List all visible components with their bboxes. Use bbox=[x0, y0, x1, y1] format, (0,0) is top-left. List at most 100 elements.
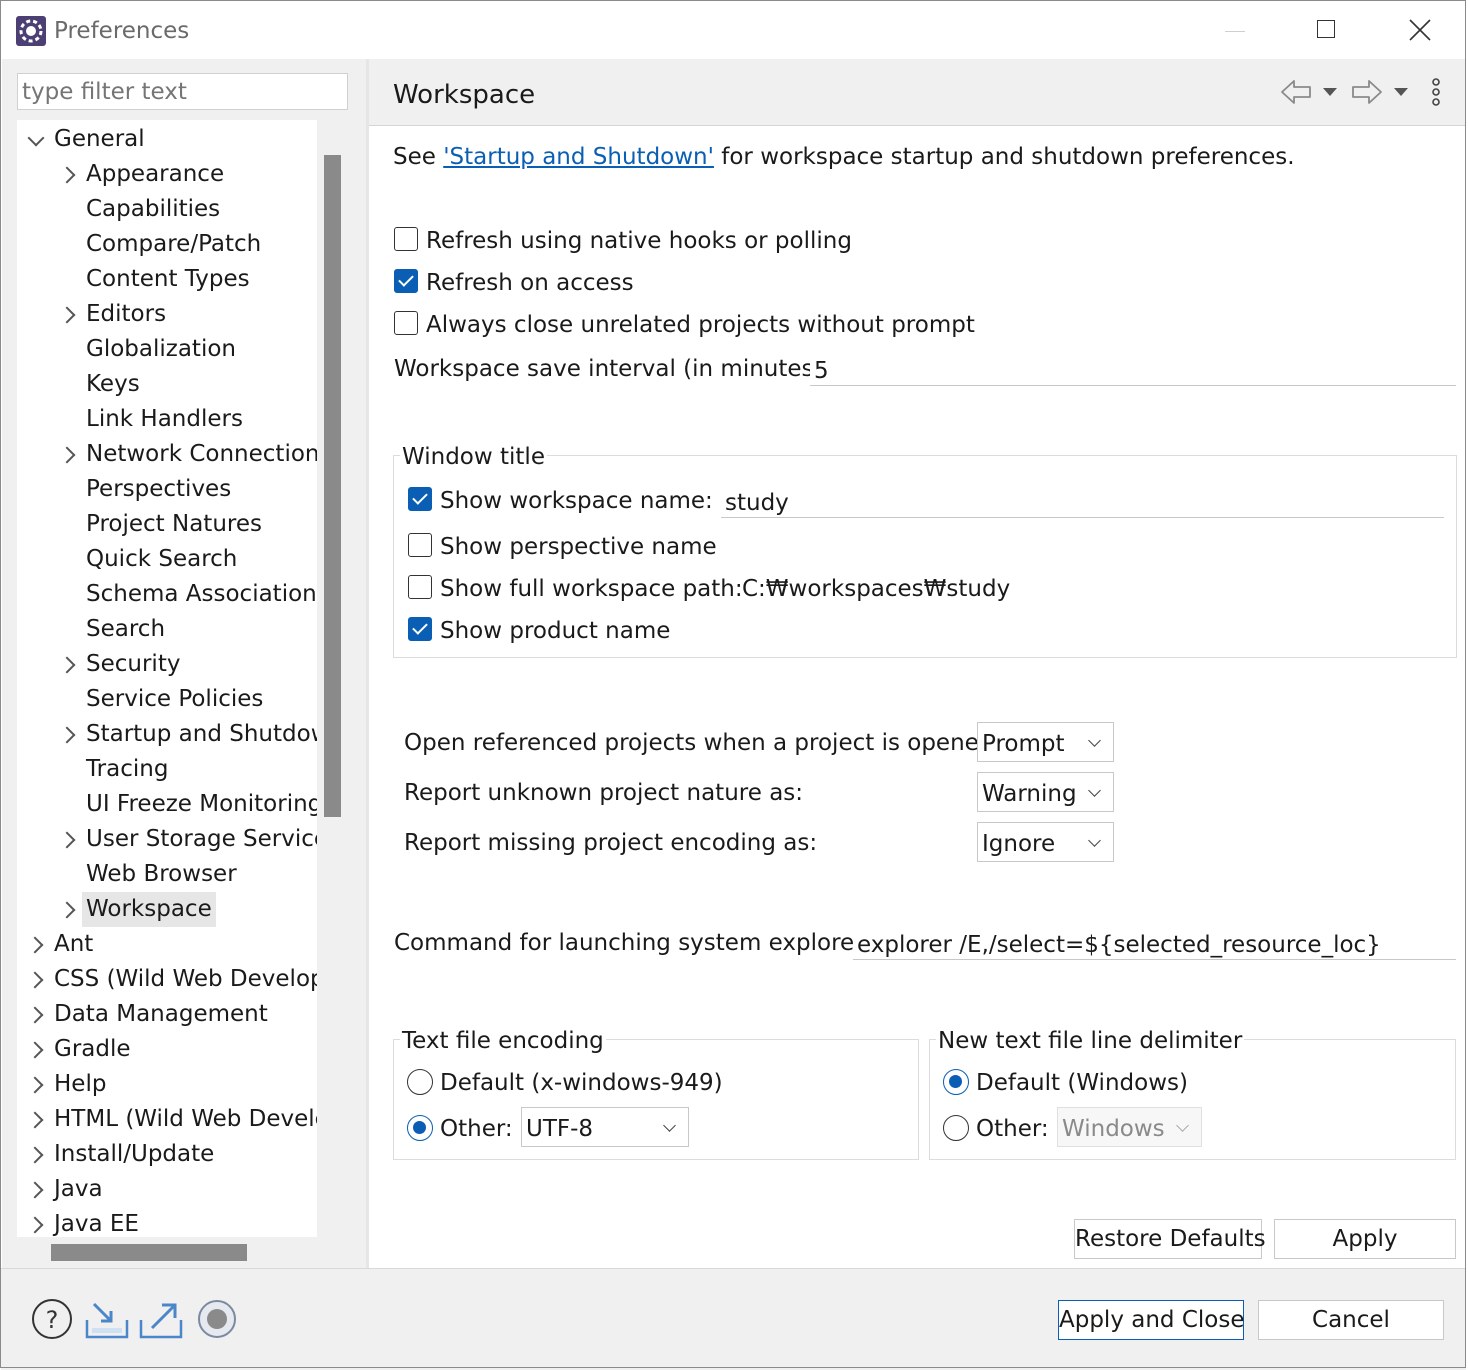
chevron-right-icon[interactable] bbox=[26, 1041, 44, 1059]
tree-item[interactable]: Globalization bbox=[17, 332, 317, 367]
cancel-button[interactable]: Cancel bbox=[1258, 1300, 1444, 1340]
tree-item[interactable]: Editors bbox=[17, 297, 317, 332]
refresh-access-checkbox[interactable] bbox=[394, 269, 418, 293]
chevron-right-icon[interactable] bbox=[26, 1146, 44, 1164]
tree-item[interactable]: Quick Search bbox=[17, 542, 317, 577]
back-button[interactable] bbox=[1278, 76, 1314, 108]
restore-defaults-button[interactable]: Restore Defaults bbox=[1074, 1219, 1266, 1259]
chevron-right-icon[interactable] bbox=[58, 306, 76, 324]
view-menu-button[interactable] bbox=[1426, 76, 1446, 110]
encoding-default-radio[interactable] bbox=[407, 1069, 433, 1095]
forward-button[interactable] bbox=[1349, 76, 1385, 108]
tree-item[interactable]: Gradle bbox=[17, 1032, 317, 1067]
tree-item[interactable]: Web Browser bbox=[17, 857, 317, 892]
close-unrelated-checkbox[interactable] bbox=[394, 311, 418, 335]
chevron-right-icon[interactable] bbox=[26, 1006, 44, 1024]
chevron-right-icon[interactable] bbox=[26, 1216, 44, 1234]
refresh-native-label[interactable]: Refresh using native hooks or polling bbox=[426, 230, 852, 253]
tree-item[interactable]: HTML (Wild Web Develc bbox=[17, 1102, 317, 1137]
maximize-button[interactable] bbox=[1307, 10, 1347, 50]
tree-item[interactable]: UI Freeze Monitoring bbox=[17, 787, 317, 822]
chevron-right-icon[interactable] bbox=[26, 936, 44, 954]
tree-item[interactable]: Data Management bbox=[17, 997, 317, 1032]
show-product-name-label[interactable]: Show product name bbox=[440, 620, 670, 643]
chevron-right-icon[interactable] bbox=[58, 726, 76, 744]
show-workspace-name-checkbox[interactable] bbox=[408, 487, 432, 511]
delimiter-default-radio[interactable] bbox=[943, 1069, 969, 1095]
show-perspective-name-checkbox[interactable] bbox=[408, 533, 432, 557]
explorer-command-input[interactable]: explorer /E,/select=${selected_resource_… bbox=[853, 924, 1456, 960]
back-menu-button[interactable] bbox=[1320, 82, 1340, 102]
apply-and-close-button[interactable]: Apply and Close bbox=[1058, 1300, 1244, 1340]
refresh-native-checkbox[interactable] bbox=[394, 227, 418, 251]
encoding-other-radio[interactable] bbox=[407, 1115, 433, 1141]
show-full-path-label[interactable]: Show full workspace path: bbox=[440, 578, 743, 601]
tree-item[interactable]: User Storage Service bbox=[17, 822, 317, 857]
chevron-right-icon[interactable] bbox=[26, 1111, 44, 1129]
tree-item[interactable]: CSS (Wild Web Develop bbox=[17, 962, 317, 997]
import-button[interactable] bbox=[84, 1300, 130, 1340]
show-full-path-checkbox[interactable] bbox=[408, 575, 432, 599]
delimiter-other-label[interactable]: Other: bbox=[976, 1118, 1049, 1141]
preferences-tree[interactable]: General Appearance Capabilities Compare/Pat… bbox=[17, 120, 317, 1237]
tree-item[interactable]: Install/Update bbox=[17, 1137, 317, 1172]
startup-shutdown-link[interactable]: 'Startup and Shutdown' bbox=[443, 144, 714, 170]
show-workspace-name-label[interactable]: Show workspace name: bbox=[440, 490, 713, 513]
tree-item[interactable]: Project Natures bbox=[17, 507, 317, 542]
tree-item[interactable]: Appearance bbox=[17, 157, 317, 192]
tree-item[interactable]: Schema Associations bbox=[17, 577, 317, 612]
tree-item[interactable]: Search bbox=[17, 612, 317, 647]
chevron-right-icon[interactable] bbox=[26, 1076, 44, 1094]
tree-item[interactable]: Java EE bbox=[17, 1207, 317, 1237]
chevron-down-icon[interactable] bbox=[27, 129, 45, 147]
export-button[interactable] bbox=[138, 1300, 184, 1340]
workspace-name-input[interactable]: study bbox=[721, 482, 1444, 518]
encoding-other-select[interactable]: UTF-8 bbox=[521, 1107, 689, 1147]
tree-item[interactable]: Perspectives bbox=[17, 472, 317, 507]
tree-item[interactable]: Service Policies bbox=[17, 682, 317, 717]
tree-horizontal-scroll-thumb[interactable] bbox=[51, 1244, 247, 1261]
panel-splitter[interactable] bbox=[366, 59, 369, 1268]
show-product-name-checkbox[interactable] bbox=[408, 617, 432, 641]
tree-item[interactable]: Network Connections bbox=[17, 437, 317, 472]
chevron-right-icon[interactable] bbox=[58, 446, 76, 464]
tree-item[interactable]: General bbox=[17, 122, 317, 157]
tree-item[interactable]: Compare/Patch bbox=[17, 227, 317, 262]
delimiter-default-label[interactable]: Default (Windows) bbox=[976, 1072, 1188, 1095]
delimiter-other-radio[interactable] bbox=[943, 1115, 969, 1141]
save-interval-input[interactable]: 5 bbox=[810, 350, 1456, 386]
open-referenced-select[interactable]: Prompt bbox=[977, 722, 1114, 762]
refresh-access-label[interactable]: Refresh on access bbox=[426, 272, 634, 295]
help-button[interactable]: ? bbox=[30, 1297, 74, 1341]
chevron-right-icon[interactable] bbox=[58, 901, 76, 919]
close-unrelated-label[interactable]: Always close unrelated projects without … bbox=[426, 314, 975, 337]
tree-vertical-scroll-thumb[interactable] bbox=[324, 155, 341, 817]
filter-input[interactable] bbox=[17, 73, 348, 110]
minimize-button[interactable] bbox=[1215, 14, 1255, 48]
chevron-right-icon[interactable] bbox=[26, 1181, 44, 1199]
record-button[interactable] bbox=[196, 1298, 238, 1340]
tree-item[interactable]: Help bbox=[17, 1067, 317, 1102]
apply-button[interactable]: Apply bbox=[1274, 1219, 1456, 1259]
chevron-right-icon[interactable] bbox=[58, 166, 76, 184]
missing-encoding-select[interactable]: Ignore bbox=[977, 822, 1114, 862]
chevron-right-icon[interactable] bbox=[58, 831, 76, 849]
show-perspective-name-label[interactable]: Show perspective name bbox=[440, 536, 717, 559]
tree-item[interactable]: Java bbox=[17, 1172, 317, 1207]
encoding-default-label[interactable]: Default (x-windows-949) bbox=[440, 1072, 723, 1095]
tree-item[interactable]: Content Types bbox=[17, 262, 317, 297]
tree-item[interactable]: Tracing bbox=[17, 752, 317, 787]
encoding-other-label[interactable]: Other: bbox=[440, 1118, 513, 1141]
tree-item[interactable]: Capabilities bbox=[17, 192, 317, 227]
tree-item[interactable]: Startup and Shutdow bbox=[17, 717, 317, 752]
forward-menu-button[interactable] bbox=[1391, 82, 1411, 102]
tree-item[interactable]: Keys bbox=[17, 367, 317, 402]
tree-item[interactable]: Link Handlers bbox=[17, 402, 317, 437]
chevron-right-icon[interactable] bbox=[58, 656, 76, 674]
tree-item[interactable]: Ant bbox=[17, 927, 317, 962]
unknown-nature-select[interactable]: Warning bbox=[977, 772, 1114, 812]
chevron-right-icon[interactable] bbox=[26, 971, 44, 989]
tree-item[interactable]: Security bbox=[17, 647, 317, 682]
tree-item[interactable]: Workspace bbox=[17, 892, 317, 927]
close-window-button[interactable] bbox=[1400, 10, 1440, 50]
